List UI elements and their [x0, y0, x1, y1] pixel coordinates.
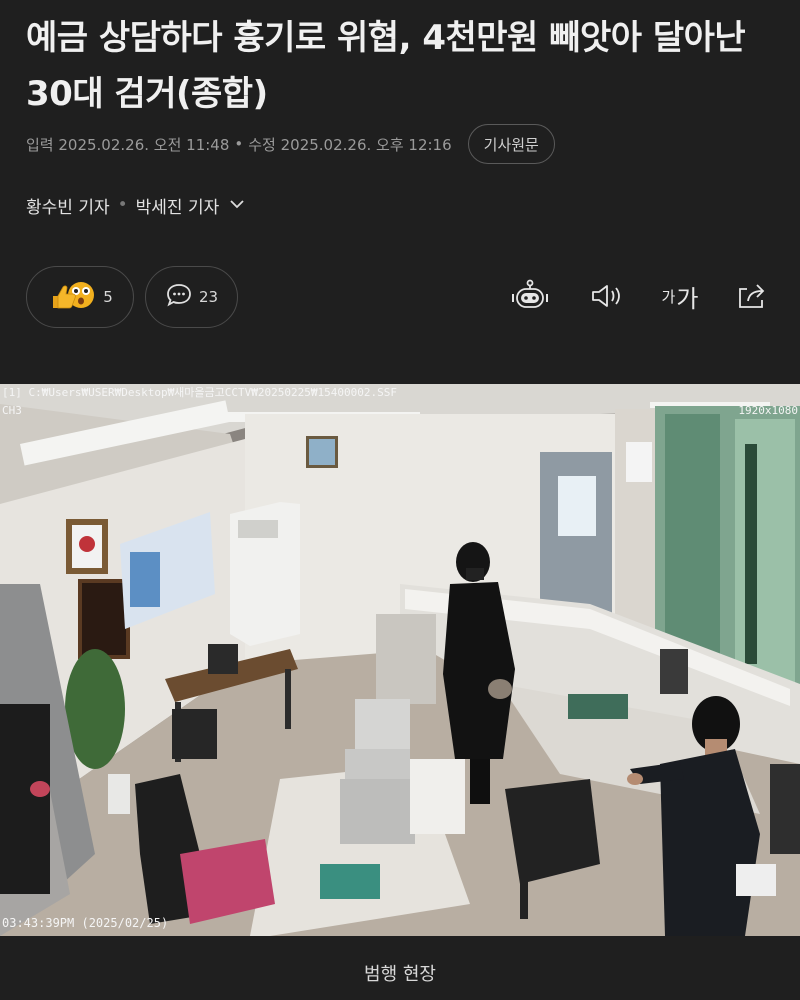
speaker-icon[interactable] — [586, 278, 626, 314]
thumbs-up-and-surprised-emoji-icon — [47, 278, 97, 316]
speech-bubble-icon — [165, 282, 193, 312]
reporter-list[interactable]: 황수빈 기자 • 박세진 기자 — [26, 190, 245, 220]
article-action-bar: 5 23 가가 — [26, 266, 776, 328]
reporter-separator: • — [117, 195, 128, 215]
robot-icon[interactable] — [510, 278, 550, 314]
chevron-down-icon[interactable] — [229, 195, 245, 215]
font-size-small-label: 가 — [661, 287, 676, 306]
reactions-button[interactable]: 5 — [26, 266, 134, 328]
cctv-scene-image: [1] C:₩Users₩USER₩Desktop₩새마을금고CCTV₩2025… — [0, 384, 800, 936]
article-headline: 예금 상담하다 흉기로 위협, 4천만원 빼앗아 달아난 30대 검거(종합) — [26, 18, 746, 114]
article-meta: 입력 2025.02.26. 오전 11:48 • 수정 2025.02.26.… — [26, 124, 555, 164]
cctv-file-path: [1] C:₩Users₩USER₩Desktop₩새마을금고CCTV₩2025… — [2, 386, 397, 399]
original-article-button[interactable]: 기사원문 — [467, 124, 555, 164]
cctv-resolution: 1920x1080 — [738, 404, 798, 417]
share-icon[interactable] — [732, 278, 772, 314]
reporter-name[interactable]: 박세진 기자 — [136, 193, 220, 218]
font-size-icon[interactable]: 가가 — [656, 278, 704, 314]
photo-caption: 범행 현장 — [364, 964, 436, 985]
cctv-photo: [1] C:₩Users₩USER₩Desktop₩새마을금고CCTV₩2025… — [0, 384, 800, 936]
cctv-timestamp: 03:43:39PM (2025/02/25) — [2, 916, 168, 930]
comment-count: 23 — [198, 288, 219, 306]
cctv-channel: CH3 — [2, 404, 22, 417]
reaction-count: 5 — [103, 288, 113, 306]
updated-date: 수정 2025.02.26. 오후 12:16 — [248, 135, 452, 154]
comments-button[interactable]: 23 — [145, 266, 238, 328]
reporter-name[interactable]: 황수빈 기자 — [26, 193, 110, 218]
meta-separator: • — [234, 135, 244, 153]
published-date: 입력 2025.02.26. 오전 11:48 — [26, 135, 230, 154]
font-size-large-label: 가 — [676, 284, 699, 313]
